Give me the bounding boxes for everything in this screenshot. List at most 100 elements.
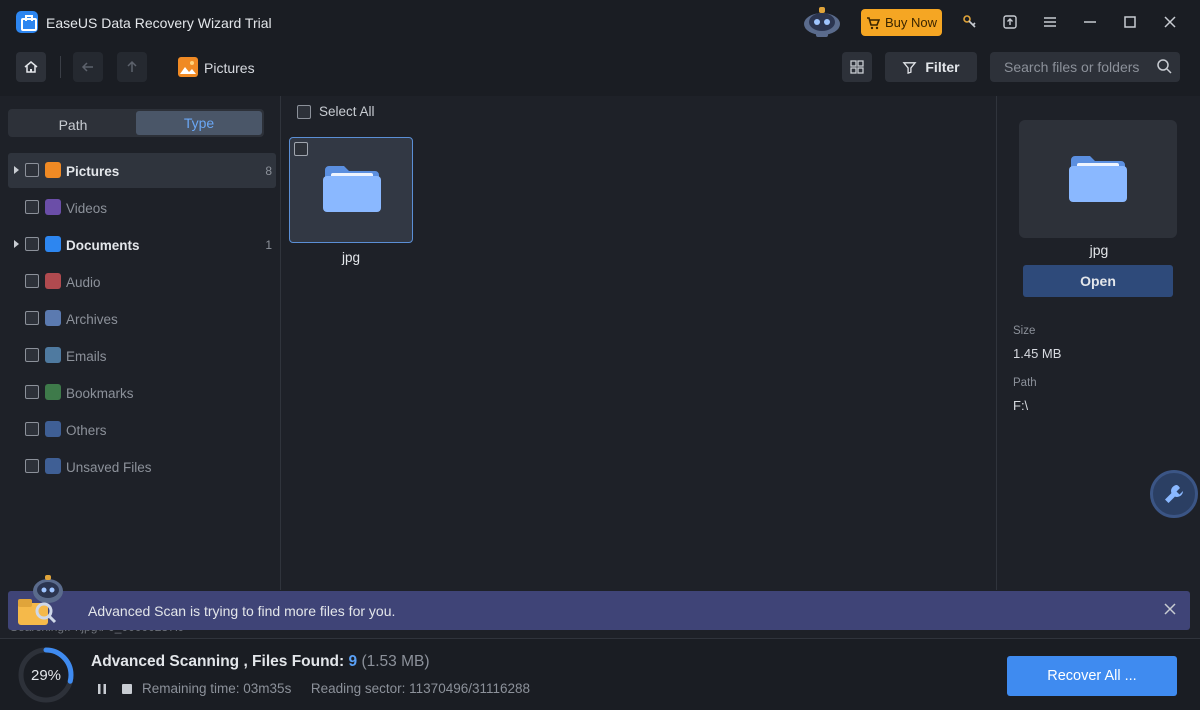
title-bar: EaseUS Data Recovery Wizard Trial Buy No… [0, 0, 1200, 44]
file-grid-area: Select All jpg [281, 96, 996, 590]
close-icon[interactable] [1160, 12, 1180, 32]
app-window: EaseUS Data Recovery Wizard Trial Buy No… [0, 0, 1200, 710]
feedback-icon[interactable] [1000, 12, 1020, 32]
type-item-bookmarks[interactable]: Bookmarks [8, 375, 276, 412]
type-item-audio[interactable]: Audio [8, 264, 276, 301]
type-label: Bookmarks [66, 386, 134, 401]
type-checkbox[interactable] [25, 459, 39, 473]
type-label: Pictures [66, 164, 120, 179]
files-found-count: 9 [348, 653, 358, 670]
bookmarks-icon [45, 384, 61, 400]
filter-icon [902, 61, 917, 74]
pictures-icon [178, 57, 198, 77]
type-checkbox[interactable] [25, 163, 39, 177]
breadcrumb[interactable]: Pictures [204, 60, 255, 76]
type-item-documents[interactable]: Documents 1 [8, 227, 276, 264]
type-item-others[interactable]: Others [8, 412, 276, 449]
unsaved-files-icon [45, 458, 61, 474]
type-checkbox[interactable] [25, 311, 39, 325]
minimize-icon[interactable] [1080, 12, 1100, 32]
toolbar-divider [60, 56, 61, 78]
type-label: Unsaved Files [66, 460, 152, 475]
toolbar: Pictures Filter [0, 44, 1200, 96]
pause-icon[interactable] [96, 683, 108, 695]
banner-close-icon[interactable] [1162, 601, 1178, 617]
type-checkbox[interactable] [25, 348, 39, 362]
type-label: Videos [66, 201, 108, 216]
folder-icon [323, 166, 381, 212]
back-button[interactable] [73, 52, 103, 82]
file-tile-checkbox[interactable] [294, 142, 308, 156]
type-checkbox[interactable] [25, 274, 39, 288]
tab-path[interactable]: Path [10, 111, 136, 139]
preview-name: jpg [1089, 242, 1109, 258]
select-all-checkbox[interactable] [297, 104, 311, 119]
remaining-time: Remaining time: 03m35s [142, 681, 292, 696]
search-input[interactable] [990, 52, 1150, 82]
up-button[interactable] [117, 52, 147, 82]
size-label: Size [1013, 325, 1036, 337]
scan-status-prefix: Advanced Scanning , Files Found: [91, 653, 349, 670]
arrow-up-icon [127, 60, 137, 72]
expand-caret-icon[interactable] [14, 166, 19, 174]
view-toggle-button[interactable] [842, 52, 872, 82]
preview-box [1019, 120, 1177, 238]
file-tile-name: jpg [341, 250, 360, 265]
window-title: EaseUS Data Recovery Wizard Trial [46, 15, 272, 31]
others-icon [45, 421, 61, 437]
expand-caret-icon[interactable] [14, 240, 19, 248]
cart-icon [866, 16, 880, 29]
type-item-emails[interactable]: Emails [8, 338, 276, 375]
key-icon[interactable] [960, 12, 980, 32]
reading-sector: Reading sector: 11370496/31116288 [310, 681, 531, 696]
recover-all-button[interactable]: Recover All ... [1007, 656, 1177, 696]
app-logo-icon [16, 11, 38, 33]
type-checkbox[interactable] [25, 237, 39, 251]
scan-details: Remaining time: 03m35s Reading sector: 1… [142, 681, 530, 696]
emails-icon [45, 347, 61, 363]
type-checkbox[interactable] [25, 385, 39, 399]
audio-icon [45, 273, 61, 289]
size-value: 1.45 MB [1013, 346, 1062, 361]
menu-icon[interactable] [1040, 12, 1060, 32]
type-item-unsaved-files[interactable]: Unsaved Files [8, 449, 276, 486]
type-checkbox[interactable] [25, 422, 39, 436]
progress-percent: 29% [30, 666, 62, 684]
type-item-pictures[interactable]: Pictures 8 [8, 153, 276, 188]
path-type-switch: Path Type [8, 109, 264, 137]
scan-status-title: Advanced Scanning , Files Found: 9 (1.53… [91, 653, 430, 671]
path-label: Path [1013, 377, 1037, 389]
banner-text: Advanced Scan is trying to find more fil… [88, 603, 396, 619]
maximize-icon[interactable] [1120, 12, 1140, 32]
stop-icon[interactable] [121, 683, 133, 695]
buy-now-button[interactable]: Buy Now [861, 9, 942, 36]
type-count: 8 [265, 164, 272, 178]
select-all[interactable]: Select All [297, 104, 375, 119]
search-box[interactable] [990, 52, 1180, 82]
pictures-icon [45, 162, 61, 178]
file-tile[interactable] [289, 137, 413, 243]
select-all-label: Select All [319, 104, 375, 119]
open-button[interactable]: Open [1023, 265, 1173, 297]
path-value: F:\ [1013, 398, 1029, 413]
type-item-archives[interactable]: Archives [8, 301, 276, 338]
documents-icon [45, 236, 61, 252]
arrow-left-icon [81, 62, 93, 72]
type-checkbox[interactable] [25, 200, 39, 214]
type-label: Archives [66, 312, 118, 327]
tab-type[interactable]: Type [136, 111, 262, 135]
archives-icon [45, 310, 61, 326]
left-panel: Path Type Pictures 8 Videos Documents 1 Audio… [0, 96, 281, 590]
robot-folder-icon [18, 575, 63, 625]
files-found-size: (1.53 MB) [361, 653, 430, 670]
scan-status-bar: 29% Advanced Scanning , Files Found: 9 (… [0, 638, 1200, 710]
type-item-videos[interactable]: Videos [8, 190, 276, 227]
search-icon[interactable] [1156, 58, 1172, 74]
home-button[interactable] [16, 52, 46, 82]
tools-button[interactable] [1150, 470, 1198, 518]
folder-icon [1069, 156, 1127, 202]
filter-button[interactable]: Filter [885, 52, 977, 82]
robot-assistant-icon[interactable] [800, 4, 844, 38]
file-type-list: Pictures 8 Videos Documents 1 Audio Archives Em… [8, 153, 276, 486]
buy-now-label: Buy Now [884, 15, 938, 30]
